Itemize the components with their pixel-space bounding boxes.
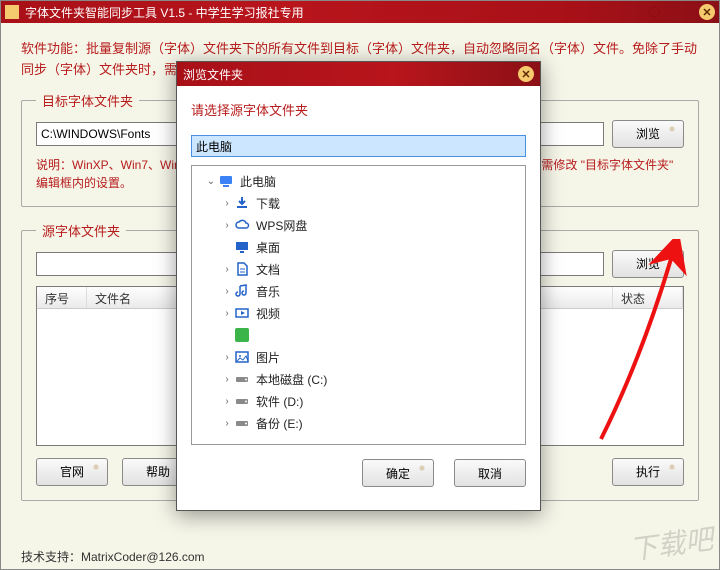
tree-item[interactable]: › 软件 (D:) bbox=[192, 390, 525, 412]
tree-item[interactable]: ⌄ 此电脑 bbox=[192, 170, 525, 192]
chevron-down-icon[interactable]: ⌄ bbox=[204, 176, 218, 187]
chevron-right-icon[interactable]: › bbox=[220, 286, 234, 297]
tree-item-label: 本地磁盘 (C:) bbox=[256, 371, 327, 388]
tree-item-label: 此电脑 bbox=[240, 173, 276, 190]
modal-path-input[interactable] bbox=[191, 135, 526, 157]
tree-item[interactable]: › 视频 bbox=[192, 302, 525, 324]
window-title: 字体文件夹智能同步工具 V1.5 - 中学生学习报社专用 bbox=[25, 4, 699, 21]
source-browse-button[interactable]: 浏览 bbox=[612, 250, 684, 278]
tree-item[interactable]: › WPS网盘 bbox=[192, 214, 525, 236]
title-bar: 字体文件夹智能同步工具 V1.5 - 中学生学习报社专用 ✕ bbox=[1, 1, 719, 23]
source-legend: 源字体文件夹 bbox=[36, 221, 126, 240]
chevron-right-icon[interactable]: › bbox=[220, 418, 234, 429]
tree-item-label: WPS网盘 bbox=[256, 217, 307, 234]
chevron-right-icon[interactable]: › bbox=[220, 220, 234, 231]
tree-item[interactable]: › 本地磁盘 (C:) bbox=[192, 368, 525, 390]
modal-prompt: 请选择源字体文件夹 bbox=[191, 100, 526, 119]
tree-item-label: 文档 bbox=[256, 261, 280, 278]
green-icon bbox=[234, 327, 250, 343]
site-button[interactable]: 官网 bbox=[36, 458, 108, 486]
tree-item[interactable]: › 文档 bbox=[192, 258, 525, 280]
execute-button[interactable]: 执行 bbox=[612, 458, 684, 486]
tree-item-label: 音乐 bbox=[256, 283, 280, 300]
main-window: 字体文件夹智能同步工具 V1.5 - 中学生学习报社专用 ✕ 软件功能：批量复制… bbox=[0, 0, 720, 570]
target-browse-button[interactable]: 浏览 bbox=[612, 120, 684, 148]
tree-item[interactable]: 桌面 bbox=[192, 236, 525, 258]
tree-item-label: 下载 bbox=[256, 195, 280, 212]
image-icon bbox=[234, 349, 250, 365]
drive-icon bbox=[234, 371, 250, 387]
chevron-right-icon[interactable]: › bbox=[220, 374, 234, 385]
footer-text: 技术支持：MatrixCoder@126.com bbox=[21, 548, 205, 565]
ok-button[interactable]: 确定 bbox=[362, 459, 434, 487]
chevron-right-icon[interactable]: › bbox=[220, 198, 234, 209]
drive-icon bbox=[234, 393, 250, 409]
tree-item-label: 视频 bbox=[256, 305, 280, 322]
folder-tree[interactable]: ⌄ 此电脑 › 下载 › WPS网盘桌面 › 文档 › 音乐 › 视频 › 图片 › 本地磁盘 (C:) › 软件… bbox=[191, 165, 526, 445]
tree-item[interactable]: › 下载 bbox=[192, 192, 525, 214]
tree-item[interactable]: › 图片 bbox=[192, 346, 525, 368]
tree-item-label: 软件 (D:) bbox=[256, 393, 303, 410]
tree-item[interactable]: › 音乐 bbox=[192, 280, 525, 302]
chevron-right-icon[interactable]: › bbox=[220, 352, 234, 363]
music-icon bbox=[234, 283, 250, 299]
target-legend: 目标字体文件夹 bbox=[36, 91, 139, 110]
app-icon bbox=[5, 5, 19, 19]
download-icon bbox=[234, 195, 250, 211]
title-ornament bbox=[639, 1, 689, 23]
tree-item[interactable]: › 备份 (E:) bbox=[192, 412, 525, 434]
modal-title-bar: 浏览文件夹 ✕ bbox=[177, 62, 540, 86]
modal-close-icon[interactable]: ✕ bbox=[518, 66, 534, 82]
tree-item[interactable] bbox=[192, 324, 525, 346]
browse-folder-dialog: 浏览文件夹 ✕ 请选择源字体文件夹 ⌄此电脑›下载›WPS网盘桌面›文档›音乐›… bbox=[176, 61, 541, 511]
desktop-icon bbox=[234, 239, 250, 255]
doc-icon bbox=[234, 261, 250, 277]
chevron-right-icon[interactable]: › bbox=[220, 308, 234, 319]
chevron-right-icon[interactable]: › bbox=[220, 264, 234, 275]
pc-icon bbox=[218, 173, 234, 189]
tree-item-label: 桌面 bbox=[256, 239, 280, 256]
cancel-button[interactable]: 取消 bbox=[454, 459, 526, 487]
tree-item-label: 图片 bbox=[256, 349, 280, 366]
drive-icon bbox=[234, 415, 250, 431]
col-status: 状态 bbox=[613, 287, 683, 308]
tree-item-label: 备份 (E:) bbox=[256, 415, 303, 432]
close-icon[interactable]: ✕ bbox=[699, 4, 715, 20]
chevron-right-icon[interactable]: › bbox=[220, 396, 234, 407]
modal-title: 浏览文件夹 bbox=[183, 66, 518, 83]
col-number: 序号 bbox=[37, 287, 87, 308]
cloud-icon bbox=[234, 217, 250, 233]
video-icon bbox=[234, 305, 250, 321]
